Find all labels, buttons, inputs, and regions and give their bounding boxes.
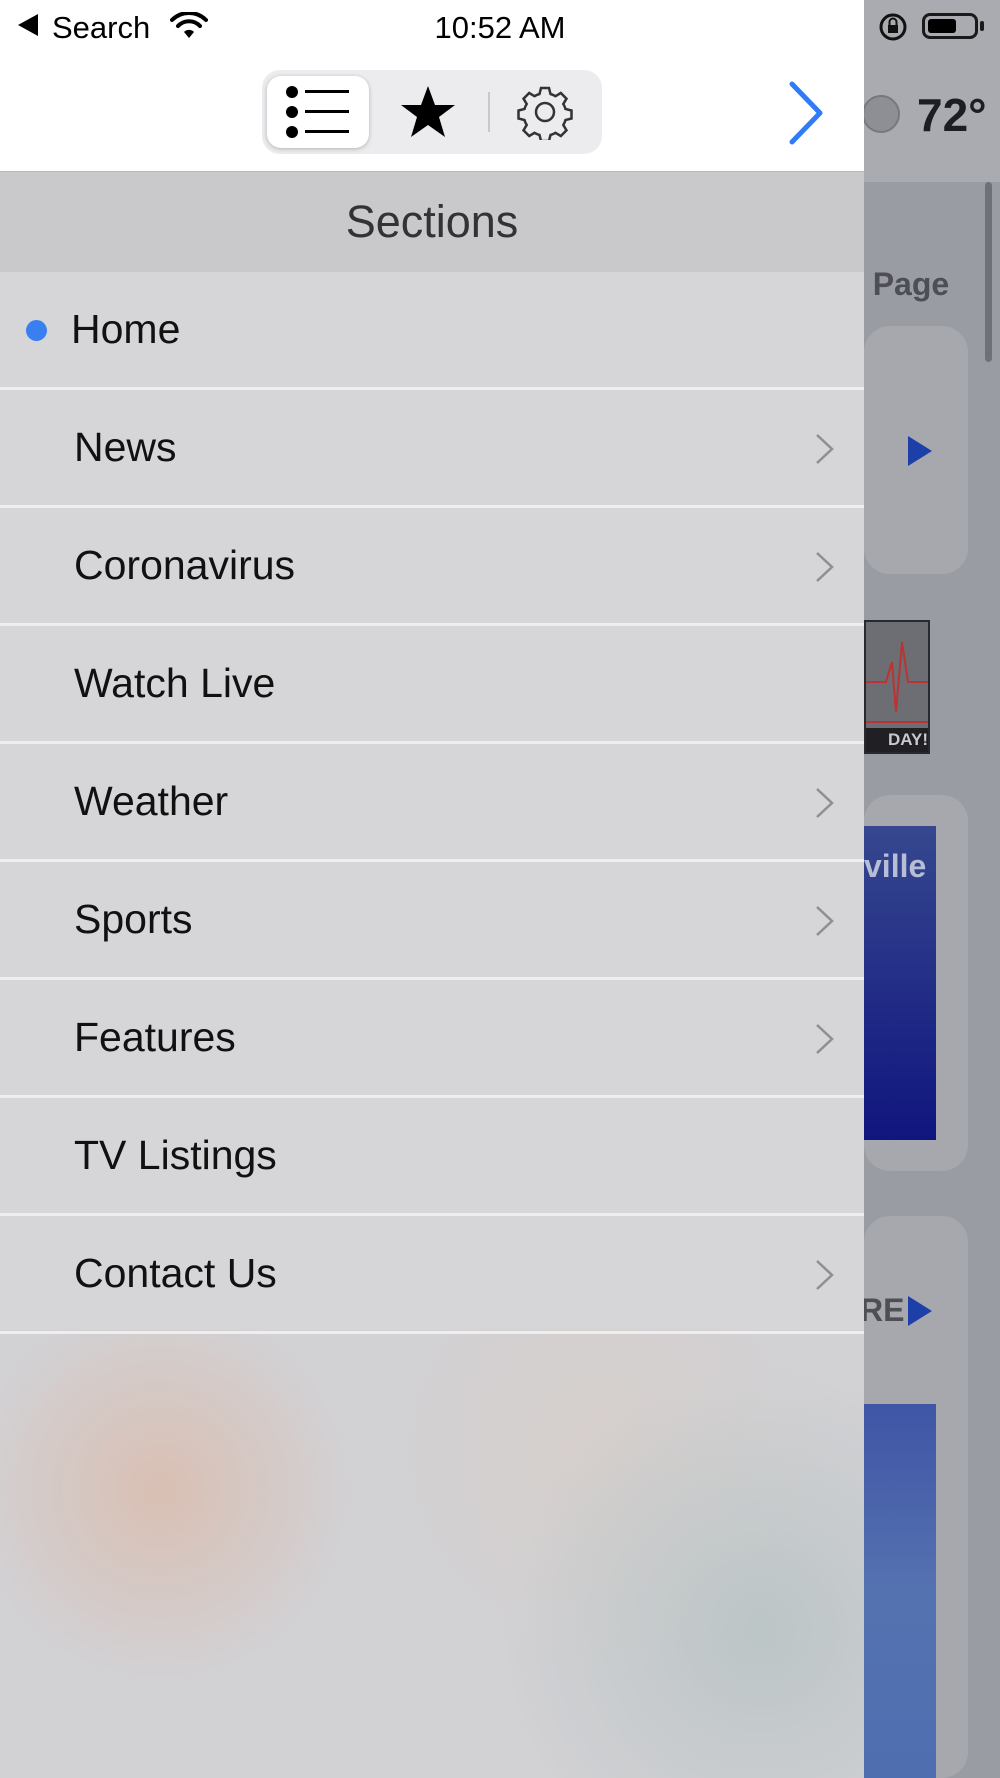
chevron-right-icon bbox=[816, 788, 834, 818]
background-more-label: RE bbox=[860, 1292, 905, 1328]
gear-icon bbox=[517, 86, 573, 140]
list-icon bbox=[286, 86, 349, 138]
menu-item-weather[interactable]: Weather bbox=[0, 744, 864, 862]
section-segmented-control bbox=[262, 70, 602, 154]
temperature-label: 72° bbox=[917, 89, 987, 141]
status-bar-time: 10:52 AM bbox=[434, 10, 566, 45]
play-icon bbox=[908, 1296, 932, 1326]
weather-sun-icon bbox=[862, 95, 900, 133]
menu-item-label: Features bbox=[74, 1014, 236, 1060]
segment-divider bbox=[488, 92, 490, 132]
chevron-right-icon bbox=[816, 552, 834, 582]
menu-item-coronavirus[interactable]: Coronavirus bbox=[0, 508, 864, 626]
menu-item-contact-us[interactable]: Contact Us bbox=[0, 1216, 864, 1334]
background-photo bbox=[864, 1404, 936, 1778]
settings-tab-button[interactable] bbox=[492, 70, 598, 154]
menu-item-label: News bbox=[74, 424, 177, 470]
selected-indicator-dot bbox=[26, 320, 47, 341]
chevron-right-icon bbox=[816, 906, 834, 936]
sections-tab-button[interactable] bbox=[267, 70, 369, 154]
sections-menu: Home News Coronavirus Watch Live Weather… bbox=[0, 272, 864, 1334]
sections-title: Sections bbox=[0, 172, 864, 272]
ecg-caption: DAY! bbox=[866, 728, 928, 752]
drawer-background-blur bbox=[0, 1330, 864, 1778]
menu-item-sports[interactable]: Sports bbox=[0, 862, 864, 980]
drawer-toolbar bbox=[0, 58, 864, 173]
play-icon bbox=[908, 436, 932, 466]
chevron-right-icon bbox=[816, 1260, 834, 1290]
menu-item-news[interactable]: News bbox=[0, 390, 864, 508]
menu-item-home[interactable]: Home bbox=[0, 272, 864, 390]
chevron-right-icon[interactable] bbox=[780, 78, 830, 148]
background-ecg-thumbnail: DAY! bbox=[864, 620, 930, 754]
background-scrollbar bbox=[985, 182, 992, 362]
menu-item-label: Home bbox=[71, 306, 181, 352]
menu-item-watch-live[interactable]: Watch Live bbox=[0, 626, 864, 744]
background-blue-text: ville bbox=[864, 848, 927, 884]
menu-item-label: Contact Us bbox=[74, 1250, 277, 1296]
ecg-icon bbox=[866, 641, 928, 723]
chevron-right-icon bbox=[816, 1024, 834, 1054]
menu-item-label: Watch Live bbox=[74, 660, 276, 706]
sections-drawer: Search Sections Home News Coronavirus Wa… bbox=[0, 0, 864, 1778]
menu-item-label: TV Listings bbox=[74, 1132, 277, 1178]
menu-item-label: Coronavirus bbox=[74, 542, 296, 588]
favorites-tab-button[interactable] bbox=[374, 70, 482, 154]
menu-item-label: Sports bbox=[74, 896, 193, 942]
menu-item-features[interactable]: Features bbox=[0, 980, 864, 1098]
menu-item-tv-listings[interactable]: TV Listings bbox=[0, 1098, 864, 1216]
star-icon bbox=[401, 86, 455, 137]
menu-item-label: Weather bbox=[74, 778, 229, 824]
chevron-right-icon bbox=[816, 434, 834, 464]
